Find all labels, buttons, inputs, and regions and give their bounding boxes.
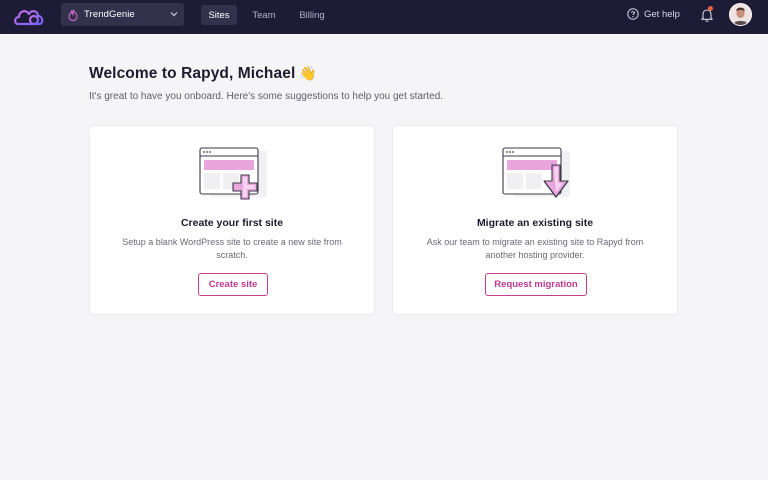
user-avatar[interactable] [729,3,752,26]
waving-hand-icon: 👋 [299,65,317,81]
create-site-card: Create your first site Setup a blank Wor… [89,125,375,315]
tab-sites[interactable]: Sites [201,5,237,25]
workspace-name: TrendGenie [84,9,135,20]
create-site-button[interactable]: Create site [198,273,268,296]
migrate-site-card: Migrate an existing site Ask our team to… [392,125,678,315]
card-title: Migrate an existing site [476,217,594,229]
question-circle-icon [627,8,639,20]
rapyd-logo-icon[interactable] [14,5,48,29]
get-help-button[interactable]: Get help [627,8,680,20]
top-navbar: TrendGenie Sites Team Billing Get help [0,0,768,34]
notifications-button[interactable] [699,6,715,23]
page-subtitle: It's great to have you onboard. Here's s… [89,91,444,102]
flame-icon [68,9,78,21]
card-description: Ask our team to migrate an existing site… [426,237,644,260]
notification-dot [708,6,713,11]
tab-billing[interactable]: Billing [293,5,331,25]
card-title: Create your first site [180,217,284,229]
avatar-photo-icon [730,4,751,25]
browser-download-icon [502,147,570,198]
request-migration-button[interactable]: Request migration [485,273,587,296]
browser-plus-icon [199,147,267,200]
workspace-selector[interactable]: TrendGenie [61,3,184,26]
page-title-text: Welcome to Rapyd, Michael [89,65,296,82]
page-title: Welcome to Rapyd, Michael 👋 [89,65,317,83]
tab-team[interactable]: Team [247,5,281,25]
chevron-down-icon [170,12,178,17]
tab-billing-label: Billing [299,9,325,21]
tab-sites-label: Sites [208,9,230,21]
card-description: Setup a blank WordPress site to create a… [122,237,342,260]
get-help-label: Get help [644,8,680,20]
tab-team-label: Team [252,9,276,21]
